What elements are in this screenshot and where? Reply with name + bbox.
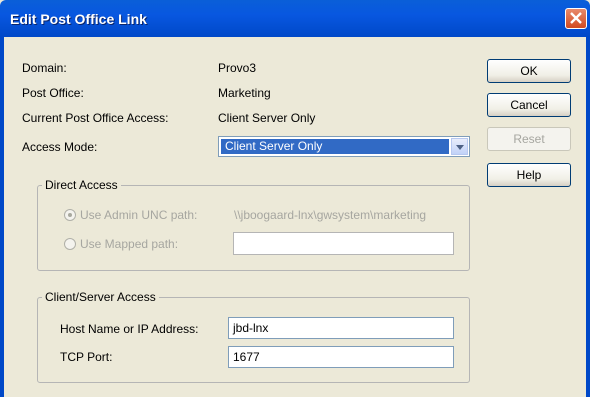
reset-button[interactable]: Reset — [487, 127, 571, 151]
radio-selected-dot — [68, 213, 72, 217]
mapped-path-input[interactable] — [233, 232, 454, 255]
close-button[interactable] — [565, 8, 587, 29]
post-office-value: Marketing — [218, 86, 271, 100]
domain-label: Domain: — [22, 61, 67, 75]
window-frame-left — [0, 37, 4, 397]
dropdown-button[interactable] — [451, 138, 468, 155]
ok-button[interactable]: OK — [487, 59, 571, 83]
window-title: Edit Post Office Link — [10, 11, 147, 27]
direct-access-group — [37, 185, 470, 271]
close-icon — [570, 12, 582, 24]
domain-value: Provo3 — [218, 61, 257, 75]
client-server-legend: Client/Server Access — [42, 290, 159, 304]
admin-unc-path: \\jboogaard-lnx\gwsystem\marketing — [234, 208, 427, 222]
post-office-label: Post Office: — [22, 86, 84, 100]
current-access-label: Current Post Office Access: — [22, 111, 169, 125]
client-server-group — [37, 297, 470, 383]
current-access-value: Client Server Only — [218, 111, 316, 125]
port-label: TCP Port: — [60, 350, 113, 364]
host-label: Host Name or IP Address: — [60, 322, 199, 336]
host-input[interactable]: jbd-lnx — [228, 317, 454, 339]
chevron-down-icon — [456, 145, 464, 150]
access-mode-label: Access Mode: — [22, 140, 98, 154]
title-bar[interactable]: Edit Post Office Link — [0, 0, 590, 37]
access-mode-select[interactable]: Client Server Only — [218, 136, 470, 157]
direct-access-legend: Direct Access — [42, 178, 121, 192]
mapped-path-label: Use Mapped path: — [80, 237, 179, 251]
window-frame-right — [586, 37, 590, 397]
help-button[interactable]: Help — [487, 163, 571, 187]
admin-unc-radio[interactable] — [64, 209, 76, 221]
admin-unc-label: Use Admin UNC path: — [80, 208, 198, 222]
mapped-path-radio[interactable] — [64, 238, 76, 250]
access-mode-selected-value: Client Server Only — [221, 139, 449, 154]
cancel-button[interactable]: Cancel — [487, 93, 571, 117]
port-input[interactable]: 1677 — [228, 346, 454, 368]
